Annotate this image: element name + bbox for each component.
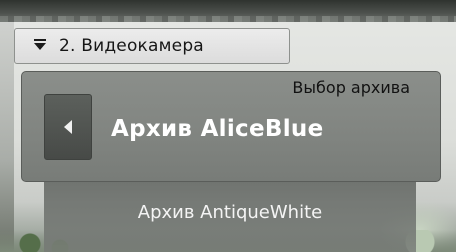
camera-select-dropdown[interactable]: 2. Видеокамера [14,28,290,64]
video-top-strip [0,0,456,22]
video-left-edge [0,22,14,252]
chevron-down-icon [31,39,49,53]
previous-archive-button[interactable] [44,94,92,160]
next-archive-label: Архив AntiqueWhite [137,202,323,223]
current-archive-label: Архив AliceBlue [111,116,324,142]
archive-selection-panel: Выбор архива Архив AliceBlue [21,71,441,182]
triangle-left-icon [64,120,72,134]
archive-panel-title: Выбор архива [292,78,410,97]
archive-option-next[interactable]: Архив AntiqueWhite [44,182,416,252]
camera-select-label: 2. Видеокамера [59,36,204,56]
